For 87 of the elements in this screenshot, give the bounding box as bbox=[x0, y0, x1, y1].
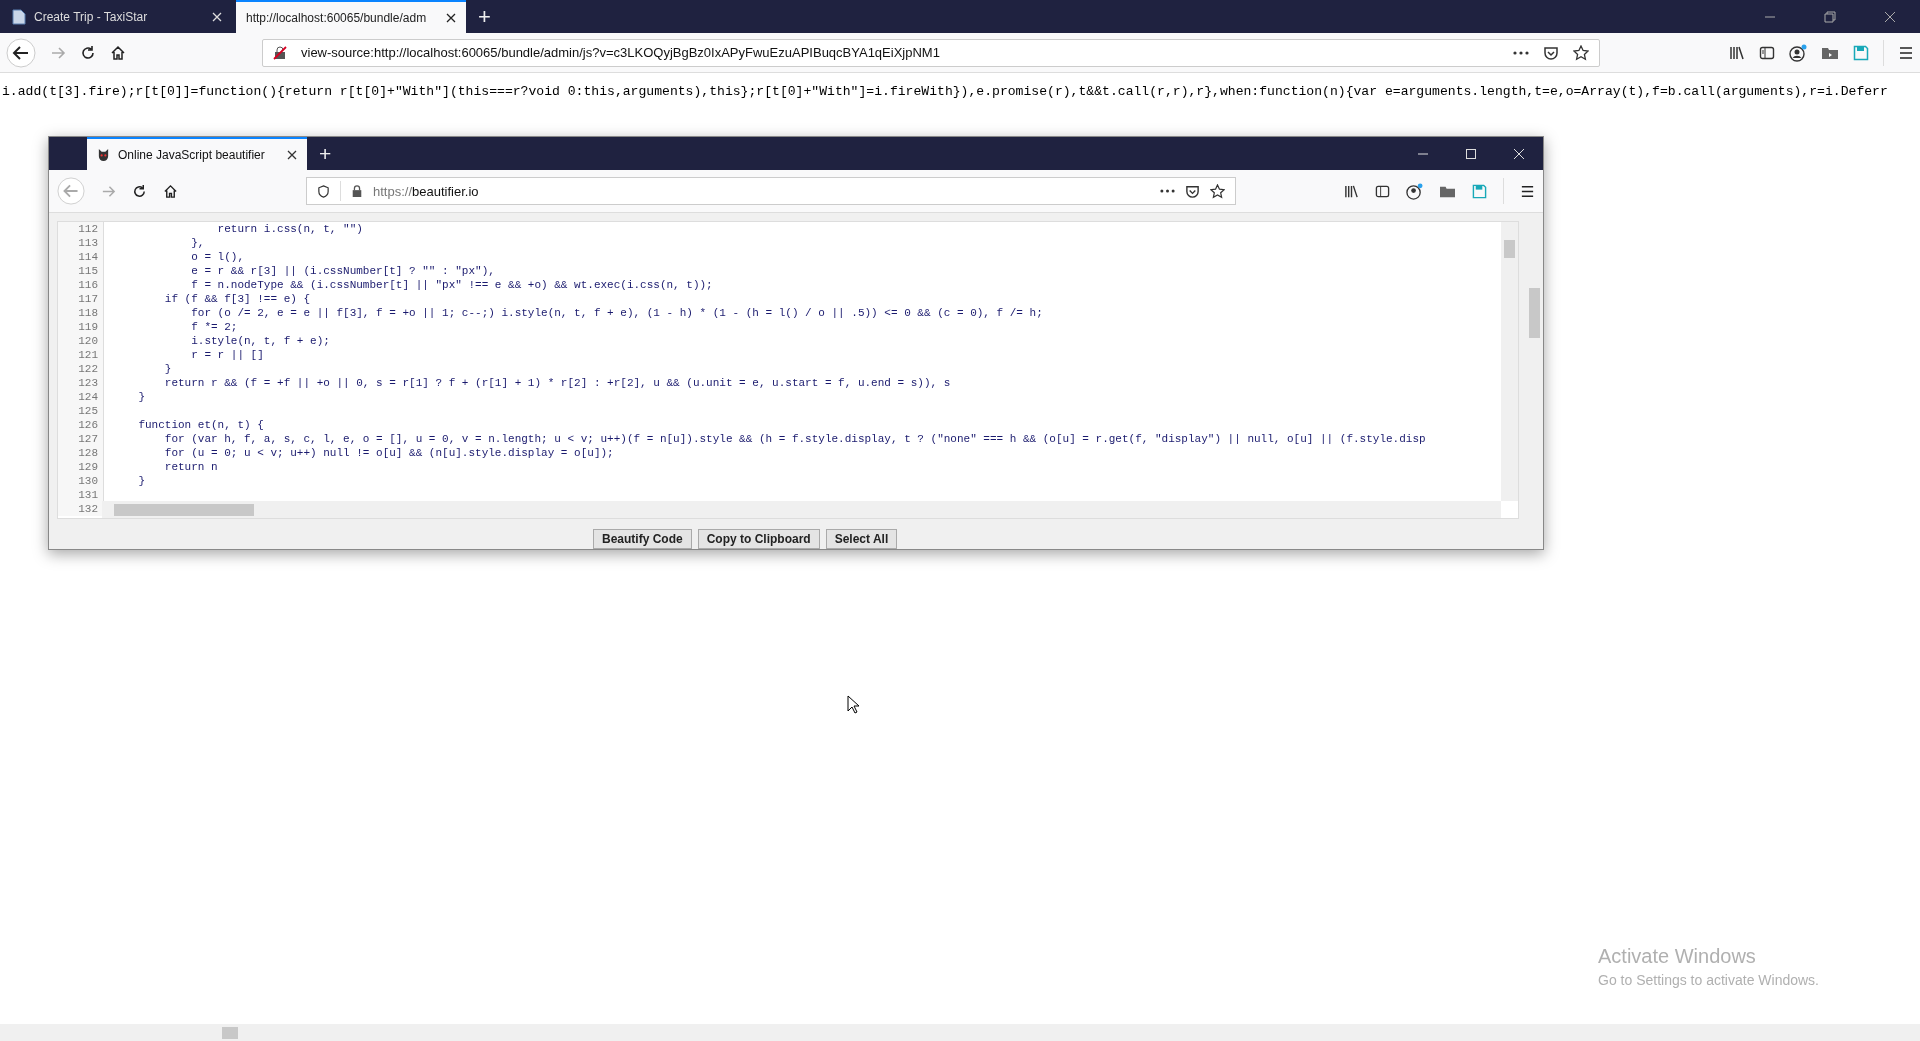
line-number: 121 bbox=[58, 348, 104, 362]
close-icon[interactable] bbox=[446, 12, 456, 23]
line-number: 114 bbox=[58, 250, 104, 264]
code-line: function et(n, t) { bbox=[137, 418, 264, 432]
library-icon[interactable] bbox=[1344, 183, 1359, 199]
line-number: 130 bbox=[58, 474, 104, 488]
code-line: return i.css(n, t, "") bbox=[216, 222, 363, 236]
browser-tab[interactable]: Online JavaScript beautifier bbox=[87, 137, 307, 170]
menu-icon[interactable] bbox=[1898, 44, 1914, 61]
line-number: 124 bbox=[58, 390, 104, 404]
back-icon[interactable] bbox=[6, 37, 36, 68]
line-number: 112 bbox=[58, 222, 104, 236]
sidebar-icon[interactable] bbox=[1759, 44, 1775, 61]
save-icon[interactable] bbox=[1853, 44, 1869, 61]
code-line: return r && (f = +f || +o || 0, s = r[1] ? f + (r[1] + 1) * r[2] : +r[2], u && (u.unit = e, u.start = f, u.end = s)), s bbox=[163, 376, 951, 390]
action-button[interactable]: Copy to Clipboard bbox=[697, 529, 820, 549]
reload-icon[interactable] bbox=[132, 183, 147, 199]
library-icon[interactable] bbox=[1729, 44, 1745, 61]
address-field[interactable]: view-source:http://localhost:60065/bundle/admin/js?v=c3LKOQyjBgBz0IxAPyFwuEzuAPIBuqcBYA1qEiXjpNM1 bbox=[262, 38, 1600, 67]
address-field[interactable]: https://beautifier.io bbox=[306, 177, 1236, 205]
line-number: 113 bbox=[58, 236, 104, 250]
source-code-line: i.add(t[3].fire);r[t[0]]=function(){return r[t[0]+"With"](this===r?void 0:this,arguments),this};r[t[0]+"With"]=i.fireWith}),e.promise(r),t&&t.call(r,r),r},when:function(n){var e=arguments.length,t=e,o=Array(t),f=b.call(arguments),r=i.Deferr bbox=[1, 83, 1889, 99]
home-icon[interactable] bbox=[110, 44, 126, 61]
code-line: for (u = 0; u < v; u++) null != o[u] && (n[u].style.display = o[u]); bbox=[163, 446, 614, 460]
insecure-lock-icon bbox=[273, 45, 287, 60]
browser-tab[interactable]: Create Trip - TaxiStar bbox=[2, 0, 232, 33]
code-line: } bbox=[137, 474, 145, 488]
star-icon[interactable] bbox=[1573, 44, 1589, 61]
horizontal-scrollbar[interactable] bbox=[0, 1024, 1920, 1041]
code-line: e = r && r[3] || (i.cssNumber[t] ? "" : "px"), bbox=[190, 264, 495, 278]
code-line: f *= 2; bbox=[190, 320, 238, 334]
activation-message: Go to Settings to activate Windows. bbox=[1598, 972, 1819, 988]
horizontal-scrollbar[interactable] bbox=[102, 501, 1501, 518]
account-icon[interactable] bbox=[1789, 43, 1807, 62]
lock-icon bbox=[351, 185, 363, 197]
cat-face-icon bbox=[97, 148, 110, 161]
line-number: 128 bbox=[58, 446, 104, 460]
action-button[interactable]: Beautify Code bbox=[593, 529, 692, 549]
pocket-icon[interactable] bbox=[1543, 44, 1559, 61]
page-icon bbox=[12, 8, 26, 25]
sidebar-icon[interactable] bbox=[1375, 183, 1390, 199]
line-number: 123 bbox=[58, 376, 104, 390]
code-line: } bbox=[137, 390, 145, 404]
save-icon[interactable] bbox=[1472, 183, 1487, 199]
line-number: 125 bbox=[58, 404, 104, 418]
vertical-scrollbar[interactable] bbox=[1501, 222, 1518, 501]
new-tab-button[interactable]: + bbox=[466, 3, 503, 30]
line-number: 131 bbox=[58, 488, 104, 502]
shield-icon bbox=[317, 184, 330, 198]
code-line: f = n.nodeType && (i.cssNumber[t] || "px" !== e && +o) && wt.exec(i.css(n, t)); bbox=[190, 278, 713, 292]
line-number: 126 bbox=[58, 418, 104, 432]
home-icon[interactable] bbox=[163, 183, 178, 199]
line-number: 119 bbox=[58, 320, 104, 334]
reload-icon[interactable] bbox=[80, 44, 96, 61]
pocket-icon[interactable] bbox=[1185, 183, 1200, 199]
more-icon[interactable] bbox=[1160, 189, 1175, 193]
restore-icon[interactable] bbox=[1824, 10, 1836, 23]
close-icon[interactable] bbox=[287, 149, 297, 160]
code-line: o = l(), bbox=[190, 250, 245, 264]
star-icon[interactable] bbox=[1210, 183, 1225, 199]
code-line: r = r || [] bbox=[190, 348, 264, 362]
action-button[interactable]: Select All bbox=[825, 529, 898, 549]
line-number: 127 bbox=[58, 432, 104, 446]
code-line: } bbox=[163, 362, 172, 376]
new-tab-button[interactable]: + bbox=[307, 141, 344, 166]
mouse-cursor-icon bbox=[847, 695, 859, 714]
account-icon[interactable] bbox=[1406, 182, 1423, 200]
code-line: return n bbox=[163, 460, 218, 474]
line-number: 117 bbox=[58, 292, 104, 306]
menu-icon[interactable] bbox=[1520, 183, 1535, 199]
line-number: 132 bbox=[58, 502, 104, 516]
line-number: 122 bbox=[58, 362, 104, 376]
maximize-icon[interactable] bbox=[1465, 147, 1477, 160]
close-icon[interactable] bbox=[1884, 10, 1896, 23]
line-number: 120 bbox=[58, 334, 104, 348]
line-number: 116 bbox=[58, 278, 104, 292]
line-number: 115 bbox=[58, 264, 104, 278]
activation-title: Activate Windows bbox=[1598, 945, 1757, 968]
more-icon[interactable] bbox=[1513, 50, 1529, 55]
code-line: for (o /= 2, e = e || f[3], f = +o || 1; c--;) i.style(n, t, f + e), (1 - h) * (1 - (h = l() / o || .5)) <= 0 && (c = 0), f /= h; bbox=[190, 306, 1043, 320]
code-line: }, bbox=[190, 236, 205, 250]
line-number: 118 bbox=[58, 306, 104, 320]
code-line: i.style(n, t, f + e); bbox=[190, 334, 330, 348]
code-line: if (f && f[3] !== e) { bbox=[163, 292, 311, 306]
code-line: for (var h, f, a, s, c, l, e, o = [], u = 0, v = n.length; u < v; u++)(f = n[u]).style && (h = f.style.display, t ? ("none" === h && (o[u] = r.get(f, "display") || null, o[u] || (f.style.disp bbox=[163, 432, 1426, 446]
browser-tab[interactable]: http://localhost:60065/bundle/adm bbox=[236, 0, 466, 33]
line-number: 129 bbox=[58, 460, 104, 474]
